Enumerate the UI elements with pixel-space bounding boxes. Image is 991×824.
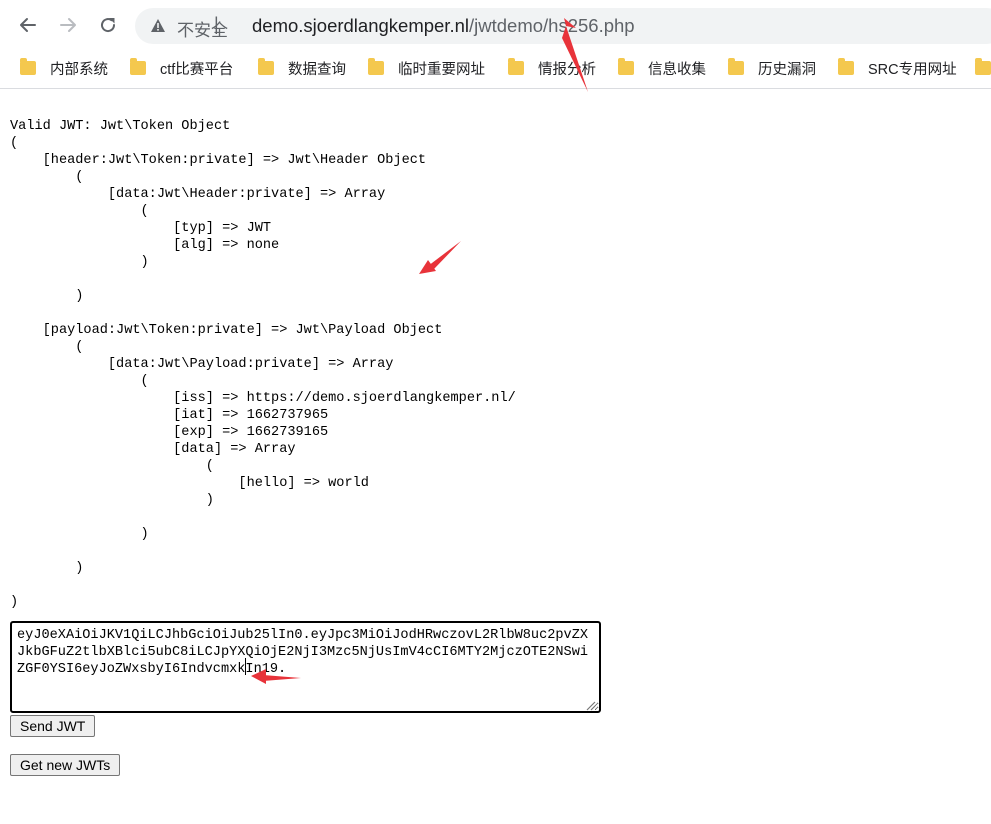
- back-button[interactable]: [13, 10, 43, 40]
- send-jwt-button[interactable]: Send JWT: [10, 715, 96, 737]
- folder-icon: [368, 58, 384, 75]
- bookmark-item[interactable]: 数据查询: [258, 58, 346, 78]
- bookmark-label: 内部系统: [50, 61, 108, 78]
- bookmark-item[interactable]: 情报分析: [508, 58, 596, 78]
- arrow-right-icon: [60, 18, 76, 32]
- bookmark-label: 临时重要网址: [398, 61, 485, 78]
- bookmark-item[interactable]: 临时重要网址: [368, 58, 485, 78]
- bookmarks-bar: 内部系统 ctf比赛平台 数据查询 临时重要网址 情报分析 信息收集 历史漏洞 …: [0, 50, 991, 89]
- get-new-jwts-button[interactable]: Get new JWTs: [10, 754, 121, 776]
- folder-icon: [975, 58, 991, 75]
- bookmark-item[interactable]: ctf比赛平台: [130, 58, 233, 78]
- folder-icon: [728, 58, 744, 75]
- text-cursor: [245, 658, 246, 675]
- warning-triangle-icon: [151, 19, 165, 32]
- folder-icon: [20, 58, 36, 75]
- reload-button[interactable]: [93, 10, 123, 40]
- folder-icon: [508, 58, 524, 75]
- bookmark-item[interactable]: 信息收集: [618, 58, 706, 78]
- bookmark-item[interactable]: 内部系统: [20, 58, 108, 78]
- security-separator: |: [214, 14, 219, 34]
- browser-toolbar: 不安全 | demo.sjoerdlangkemper.nl/jwtdemo/h…: [0, 0, 991, 50]
- url-path: /jwtdemo/hs256.php: [469, 15, 635, 36]
- bookmark-label: SRC专用网址: [868, 61, 957, 78]
- security-label[interactable]: 不安全: [177, 16, 228, 41]
- folder-icon: [130, 58, 146, 75]
- bookmark-label: 数据查询: [288, 61, 346, 78]
- bookmark-item[interactable]: 历史漏洞: [728, 58, 816, 78]
- bookmark-item-overflow[interactable]: [975, 58, 991, 78]
- bookmark-item[interactable]: SRC专用网址: [838, 58, 957, 78]
- arrow-left-icon: [20, 18, 36, 32]
- folder-icon: [618, 58, 634, 75]
- folder-icon: [838, 58, 854, 75]
- url-host: demo.sjoerdlangkemper.nl: [252, 15, 469, 36]
- bookmark-label: ctf比赛平台: [160, 61, 234, 78]
- bookmark-label: 历史漏洞: [758, 61, 816, 78]
- bookmark-label: 信息收集: [648, 61, 706, 78]
- jwt-textarea[interactable]: eyJ0eXAiOiJKV1QiLCJhbGciOiJub25lIn0.eyJp…: [10, 621, 601, 713]
- bookmark-label: 情报分析: [538, 61, 596, 78]
- forward-button[interactable]: [53, 10, 83, 40]
- address-bar[interactable]: 不安全 | demo.sjoerdlangkemper.nl/jwtdemo/h…: [135, 8, 991, 44]
- url-text[interactable]: demo.sjoerdlangkemper.nl/jwtdemo/hs256.p…: [252, 15, 635, 37]
- jwt-dump-output: Valid JWT: Jwt\Token Object ( [header:Jw…: [10, 119, 516, 610]
- folder-icon: [258, 58, 274, 75]
- resize-grip-icon[interactable]: [584, 699, 596, 711]
- reload-icon: [101, 18, 116, 33]
